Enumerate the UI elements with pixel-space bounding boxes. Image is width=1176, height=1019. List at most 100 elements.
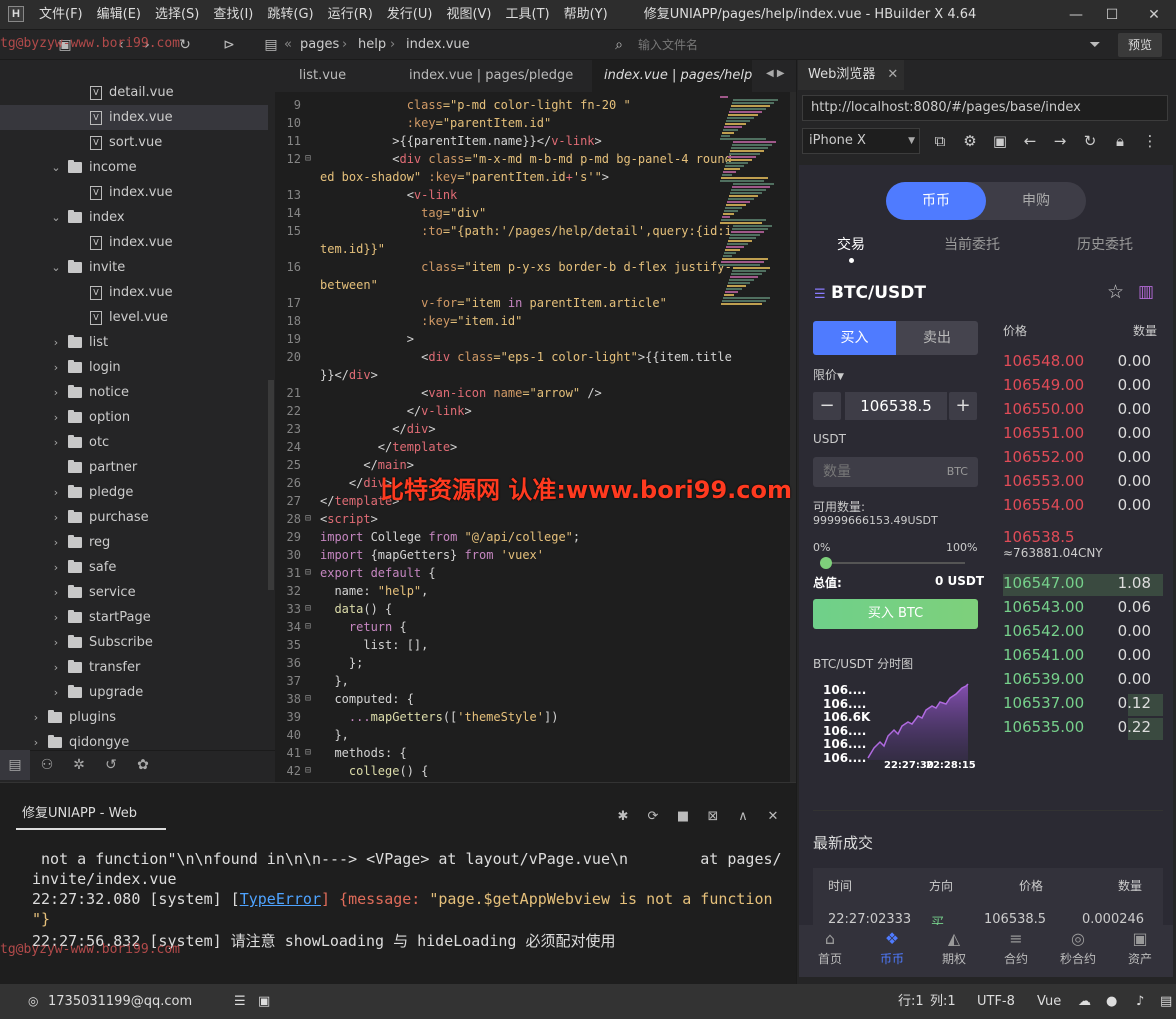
more-icon[interactable]: ⋮ — [1140, 131, 1160, 151]
tree-folder[interactable]: partner — [0, 455, 268, 480]
increase-price-button[interactable]: + — [949, 392, 977, 420]
close-panel-icon[interactable]: ✕ — [764, 808, 782, 826]
file-search-input[interactable]: 输入文件名 — [608, 33, 1078, 57]
tree-folder[interactable]: › otc — [0, 430, 268, 455]
bid-row[interactable]: 106541.00 0.00 — [1003, 646, 1163, 668]
bid-row[interactable]: 106543.00 0.06 — [1003, 598, 1163, 620]
tab-open-orders[interactable]: 当前委托 — [944, 234, 1000, 254]
breadcrumb-file[interactable]: index.vue — [406, 30, 470, 60]
menu-item-4[interactable]: 跳转(G) — [260, 0, 320, 30]
chevron-right-icon[interactable]: › — [30, 711, 42, 724]
tree-folder[interactable]: › Subscribe — [0, 630, 268, 655]
buy-tab[interactable]: 买入 — [813, 321, 896, 355]
minimap[interactable] — [720, 96, 790, 306]
star-icon[interactable]: ☆ — [1107, 281, 1124, 303]
chat-icon[interactable]: ☁ — [1078, 984, 1091, 1019]
terminal-icon[interactable]: ▣ — [258, 984, 270, 1019]
tree-folder[interactable]: › safe — [0, 555, 268, 580]
minimize-button[interactable]: — — [1056, 0, 1096, 30]
tree-folder[interactable]: › service — [0, 580, 268, 605]
nav-item-5[interactable]: ▣ 资产 — [1109, 928, 1171, 967]
tab-list-vue[interactable]: list.vue — [287, 60, 395, 92]
explorer-icon[interactable]: ▤ — [6, 756, 24, 774]
nav-item-2[interactable]: ◭ 期权 — [923, 928, 985, 967]
tree-folder[interactable]: ⌄ invite — [0, 255, 268, 280]
tree-folder[interactable]: › login — [0, 355, 268, 380]
layout-icon[interactable]: ▤ — [1160, 984, 1172, 1019]
tree-file[interactable]: Vdetail.vue — [0, 80, 268, 105]
price-input[interactable]: 106538.5 — [845, 392, 947, 420]
chevron-right-icon[interactable]: › — [50, 361, 62, 374]
menu-icon[interactable]: ☰ — [814, 287, 826, 302]
device-select[interactable]: iPhone X ▼ — [802, 128, 920, 154]
console-icon[interactable]: ▣ — [990, 131, 1010, 151]
tree-folder[interactable]: › upgrade — [0, 680, 268, 705]
menu-item-5[interactable]: 运行(R) — [321, 0, 380, 30]
ask-row[interactable]: 106548.00 0.00 — [1003, 352, 1163, 374]
fold-icon[interactable]: ⊟ — [305, 150, 311, 168]
preview-button[interactable]: 预览 — [1118, 33, 1162, 57]
tree-folder[interactable]: › transfer — [0, 655, 268, 680]
chevron-right-icon[interactable]: › — [50, 336, 62, 349]
bid-row[interactable]: 106547.00 1.08 — [1003, 574, 1163, 596]
nav-item-4[interactable]: ◎ 秒合约 — [1047, 928, 1109, 967]
browser-tab[interactable]: Web浏览器 ✕ — [798, 60, 904, 90]
chevron-right-icon[interactable]: › — [50, 511, 62, 524]
breadcrumb-back-icon[interactable]: « — [284, 30, 292, 60]
tree-folder[interactable]: › pledge — [0, 480, 268, 505]
run-icon[interactable]: ⊳ — [220, 36, 238, 54]
nav-item-0[interactable]: ⌂ 首页 — [799, 928, 861, 967]
ask-row[interactable]: 106551.00 0.00 — [1003, 424, 1163, 446]
tab-scroll-arrows-icon[interactable]: ◀ ▶ — [766, 68, 785, 79]
tab-trade[interactable]: 交易 — [837, 234, 865, 254]
fold-icon[interactable]: ⊟ — [305, 510, 311, 528]
user-account[interactable]: 1735031199@qq.com — [48, 984, 192, 1019]
gear-icon[interactable]: ⚙ — [960, 131, 980, 151]
fold-icon[interactable]: ⊟ — [305, 744, 311, 762]
chevron-down-icon[interactable]: ⌄ — [50, 211, 62, 224]
maximize-button[interactable]: ☐ — [1092, 0, 1132, 30]
user-icon[interactable]: ◎ — [28, 984, 38, 1019]
tree-folder[interactable]: ⌄ index — [0, 205, 268, 230]
chevron-right-icon[interactable]: › — [50, 686, 62, 699]
ask-row[interactable]: 106552.00 0.00 — [1003, 448, 1163, 470]
menu-item-1[interactable]: 编辑(E) — [90, 0, 148, 30]
tree-folder[interactable]: › plugins — [0, 705, 268, 730]
tab-help-index[interactable]: index.vue | pages/help — [592, 60, 752, 92]
quantity-input[interactable]: 数量 BTC — [813, 457, 978, 487]
ask-row[interactable]: 106549.00 0.00 — [1003, 376, 1163, 398]
ask-row[interactable]: 106554.00 0.00 — [1003, 496, 1163, 518]
tree-folder[interactable]: › list — [0, 330, 268, 355]
screenshot-icon[interactable]: ⧉ — [930, 131, 950, 151]
forward-icon[interactable]: → — [1050, 131, 1070, 151]
chevron-right-icon[interactable]: › — [50, 486, 62, 499]
tree-folder[interactable]: › option — [0, 405, 268, 430]
close-window-button[interactable]: ✕ — [1134, 0, 1174, 30]
breadcrumb-help[interactable]: help — [358, 30, 386, 60]
cursor-col[interactable]: 列:1 — [930, 984, 956, 1019]
ask-row[interactable]: 106553.00 0.00 — [1003, 472, 1163, 494]
chevron-down-icon[interactable]: ⌄ — [50, 261, 62, 274]
fold-icon[interactable]: ⊟ — [305, 690, 311, 708]
binoculars-icon[interactable]: ⚇ — [38, 756, 56, 774]
bid-row[interactable]: 106542.00 0.00 — [1003, 622, 1163, 644]
chevron-right-icon[interactable]: › — [30, 736, 42, 749]
percent-slider-knob[interactable] — [820, 557, 832, 569]
tree-file[interactable]: Vindex.vue — [0, 105, 268, 130]
close-tab-icon[interactable]: ✕ — [887, 67, 898, 82]
typeerror-link[interactable]: TypeError — [240, 890, 321, 908]
tab-order-history[interactable]: 历史委托 — [1077, 234, 1133, 254]
list-icon[interactable]: ☰ — [234, 984, 246, 1019]
code-editor[interactable]: 9 class="p-md color-light fn-20 " 10 :key… — [275, 92, 795, 782]
menu-item-8[interactable]: 工具(T) — [499, 0, 557, 30]
tree-folder[interactable]: › notice — [0, 380, 268, 405]
back-icon[interactable]: ← — [1020, 131, 1040, 151]
tree-folder[interactable]: › startPage — [0, 605, 268, 630]
lock-icon[interactable]: 🔒︎ — [1110, 131, 1130, 151]
menu-item-2[interactable]: 选择(S) — [148, 0, 206, 30]
console-title[interactable]: 修复UNIAPP - Web — [22, 802, 137, 821]
tree-file[interactable]: Vindex.vue — [0, 180, 268, 205]
tree-file[interactable]: Vsort.vue — [0, 130, 268, 155]
reload-icon[interactable]: ↻ — [1080, 131, 1100, 151]
order-type[interactable]: 限价▼ — [813, 366, 844, 383]
